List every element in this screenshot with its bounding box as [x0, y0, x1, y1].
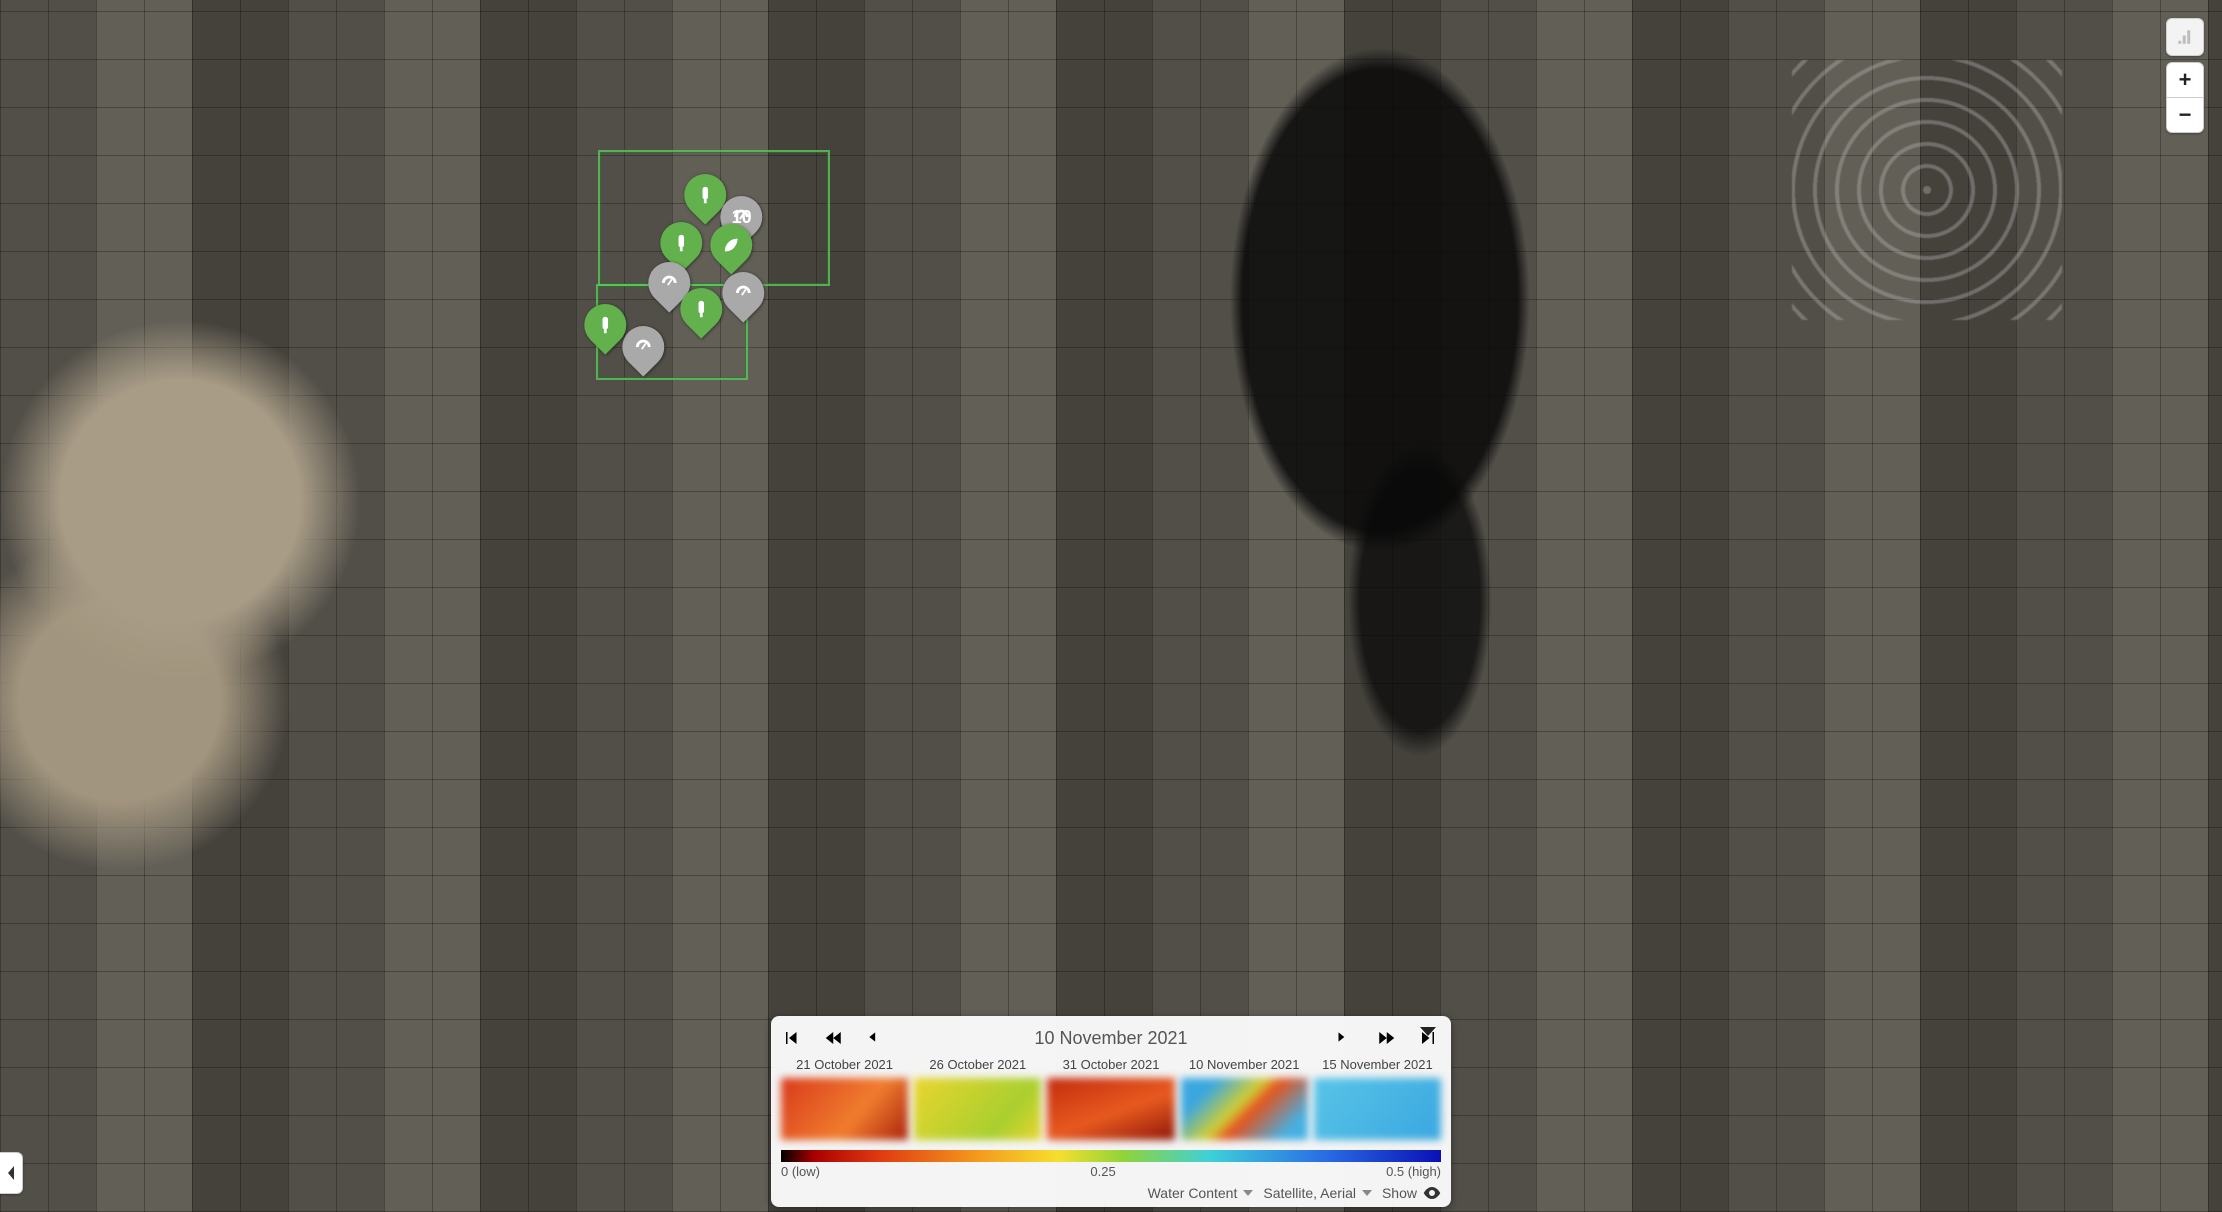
thumbnail-date-label: 26 October 2021	[914, 1057, 1041, 1072]
sensor-icon	[670, 232, 692, 254]
legend-mid-label: 0.25	[1090, 1164, 1115, 1179]
timeline-panel: 10 November 2021 21 October 2021 26 Octob…	[771, 1016, 1451, 1207]
chevron-down-icon	[1419, 1026, 1437, 1038]
prev-button[interactable]	[867, 1029, 887, 1049]
show-label: Show	[1382, 1185, 1417, 1201]
thumbnail-date-label: 21 October 2021	[781, 1057, 908, 1072]
sensor-icon	[594, 314, 616, 336]
thumbnail-date-label: 10 November 2021	[1181, 1057, 1308, 1072]
gauge-icon	[632, 336, 654, 358]
heatmap-thumbnail	[1181, 1078, 1308, 1140]
eye-icon	[1423, 1186, 1441, 1200]
heatmap-thumbnail	[781, 1078, 908, 1140]
source-select[interactable]: Satellite, Aerial	[1263, 1185, 1372, 1201]
timeline-thumbnail[interactable]: 10 November 2021	[1181, 1057, 1308, 1140]
visibility-toggle[interactable]: Show	[1382, 1185, 1441, 1201]
zoom-out-button[interactable]: −	[2167, 98, 2203, 132]
thumbnail-date-label: 15 November 2021	[1314, 1057, 1441, 1072]
zoom-control: + −	[2166, 62, 2204, 133]
timeline-thumbnail[interactable]: 21 October 2021	[781, 1057, 908, 1140]
skip-first-button[interactable]	[783, 1029, 803, 1049]
timeline-thumbnail[interactable]: 26 October 2021	[914, 1057, 1041, 1140]
heatmap-thumbnail	[1314, 1078, 1441, 1140]
source-select-label: Satellite, Aerial	[1263, 1185, 1356, 1201]
heatmap-thumbnail	[1047, 1078, 1174, 1140]
legend-high-label: 0.5 (high)	[1386, 1164, 1441, 1179]
layer-select-label: Water Content	[1148, 1185, 1238, 1201]
rewind-button[interactable]	[825, 1029, 845, 1049]
dropdown-icon	[1243, 1190, 1253, 1196]
next-button[interactable]	[1335, 1029, 1355, 1049]
bar-chart-icon	[2176, 28, 2194, 46]
layer-select[interactable]: Water Content	[1148, 1185, 1254, 1201]
zoom-in-button[interactable]: +	[2167, 63, 2203, 98]
gauge-icon	[732, 282, 754, 304]
sensor-icon	[690, 298, 712, 320]
heatmap-thumbnail	[914, 1078, 1041, 1140]
panel-collapse-button[interactable]	[1415, 1022, 1441, 1042]
leaf-icon	[720, 234, 742, 256]
forward-button[interactable]	[1377, 1029, 1397, 1049]
sidebar-expand-button[interactable]	[0, 1152, 23, 1194]
timeline-thumbnail[interactable]: 15 November 2021	[1314, 1057, 1441, 1140]
color-legend-bar	[781, 1150, 1441, 1162]
chart-toggle-button[interactable]	[2166, 18, 2204, 56]
legend-low-label: 0 (low)	[781, 1164, 820, 1179]
timeline-thumbnail[interactable]: 31 October 2021	[1047, 1057, 1174, 1140]
sensor-icon	[694, 184, 716, 206]
thumbnail-date-label: 31 October 2021	[1047, 1057, 1174, 1072]
current-date-label: 10 November 2021	[1034, 1028, 1187, 1049]
chevron-left-icon	[6, 1166, 16, 1180]
gauge-icon	[658, 272, 680, 294]
dropdown-icon	[1362, 1190, 1372, 1196]
field-boundary[interactable]	[598, 150, 830, 286]
